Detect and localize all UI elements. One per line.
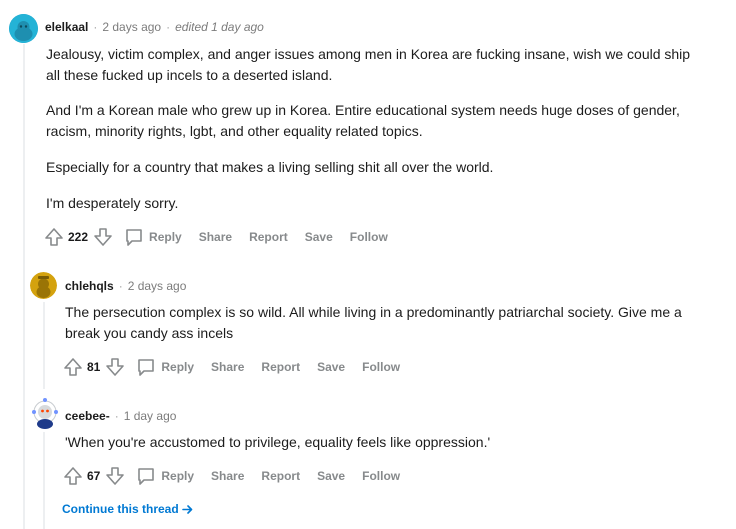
comment-paragraph: And I'm a Korean male who grew up in Kor…	[46, 102, 680, 139]
vote-score: 222	[68, 230, 89, 244]
username[interactable]: ceebee-	[65, 409, 110, 423]
continue-thread-label: Continue this thread	[62, 502, 179, 516]
report-button[interactable]: Report	[261, 360, 300, 374]
username[interactable]: elelkaal	[45, 20, 88, 34]
timestamp[interactable]: 2 days ago	[128, 279, 187, 293]
report-button[interactable]: Report	[249, 230, 288, 244]
comment-bubble-icon[interactable]	[124, 227, 144, 247]
downvote-icon[interactable]	[92, 226, 114, 248]
report-button[interactable]: Report	[261, 469, 300, 483]
username[interactable]: chlehqls	[65, 279, 114, 293]
avatar-snoo-teal-icon[interactable]	[9, 14, 38, 43]
upvote-icon[interactable]	[62, 465, 84, 487]
comment-bubble-icon[interactable]	[136, 466, 156, 486]
save-button[interactable]: Save	[305, 230, 333, 244]
vote-score: 67	[87, 469, 101, 483]
follow-button[interactable]: Follow	[350, 230, 388, 244]
comment-action-bar: 222 Reply Share Report Save Follow	[43, 226, 405, 248]
comment-paragraph: Especially for a country that makes a li…	[46, 159, 494, 175]
timestamp[interactable]: 1 day ago	[124, 409, 177, 423]
comment-action-bar: 67 Reply Share Report Save Follow	[62, 465, 417, 487]
share-button[interactable]: Share	[211, 360, 244, 374]
separator-dot: ·	[166, 20, 171, 34]
comment-meta: ceebee- · 1 day ago	[65, 409, 176, 423]
save-button[interactable]: Save	[317, 360, 345, 374]
separator-dot: ·	[118, 279, 123, 293]
vote-score: 81	[87, 360, 101, 374]
reply-button[interactable]: Reply	[161, 469, 194, 483]
save-button[interactable]: Save	[317, 469, 345, 483]
continue-thread-link[interactable]: Continue this thread	[62, 502, 193, 516]
thread-line-2[interactable]	[43, 302, 45, 389]
thread-line-1[interactable]	[23, 44, 25, 529]
comment-bubble-icon[interactable]	[136, 357, 156, 377]
reply-button[interactable]: Reply	[161, 360, 194, 374]
downvote-icon[interactable]	[104, 356, 126, 378]
downvote-icon[interactable]	[104, 465, 126, 487]
avatar-snoo-blue-icon[interactable]	[30, 397, 60, 430]
arrow-right-icon	[181, 504, 193, 515]
separator-dot: ·	[93, 20, 98, 34]
reply-button[interactable]: Reply	[149, 230, 182, 244]
comment-paragraph: 'When you're accustomed to privilege, eq…	[65, 434, 491, 450]
avatar-snoo-yellow-icon[interactable]	[30, 272, 57, 299]
share-button[interactable]: Share	[199, 230, 232, 244]
comment-meta: elelkaal · 2 days ago · edited 1 day ago	[45, 20, 264, 34]
upvote-icon[interactable]	[62, 356, 84, 378]
share-button[interactable]: Share	[211, 469, 244, 483]
comment-paragraph: Jealousy, victim complex, and anger issu…	[46, 46, 691, 83]
separator-dot: ·	[114, 409, 119, 423]
thread-line-3[interactable]	[43, 432, 45, 529]
follow-button[interactable]: Follow	[362, 360, 400, 374]
comment-paragraph: I'm desperately sorry.	[46, 195, 179, 211]
timestamp[interactable]: 2 days ago	[102, 20, 161, 34]
upvote-icon[interactable]	[43, 226, 65, 248]
follow-button[interactable]: Follow	[362, 469, 400, 483]
comment-meta: chlehqls · 2 days ago	[65, 279, 186, 293]
comment-paragraph: The persecution complex is so wild. All …	[65, 304, 682, 341]
comment-action-bar: 81 Reply Share Report Save Follow	[62, 356, 417, 378]
edited-timestamp: edited 1 day ago	[175, 20, 264, 34]
